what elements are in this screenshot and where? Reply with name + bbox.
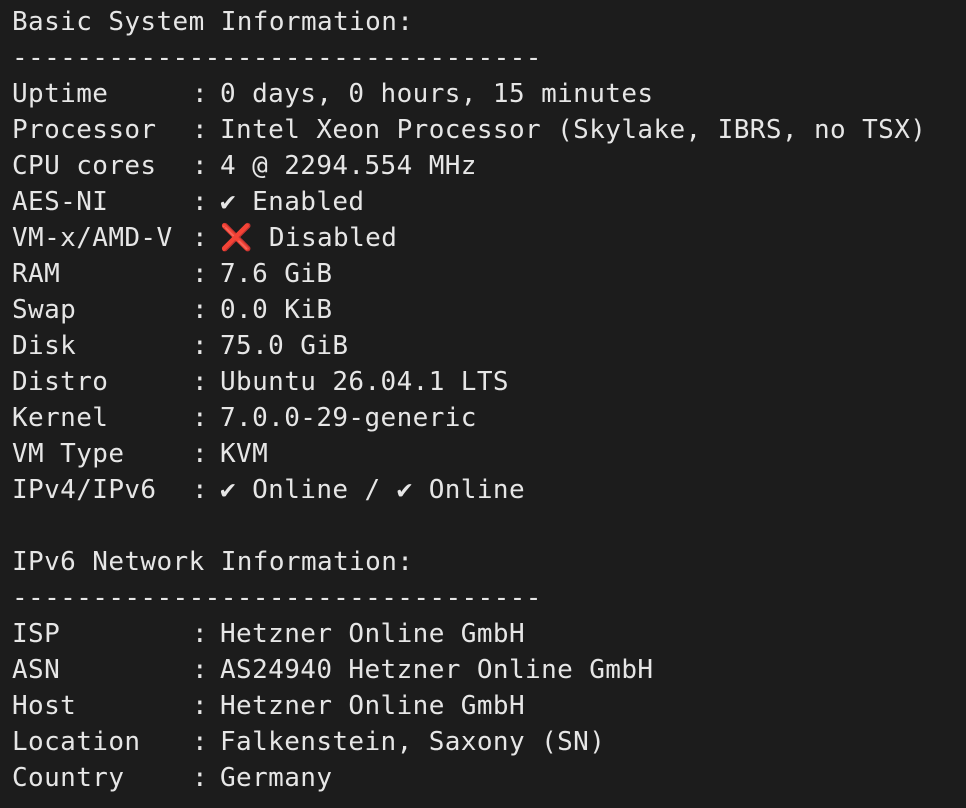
row-key: Kernel — [12, 403, 109, 433]
info-row-host: Host: Hetzner Online GmbH — [12, 688, 966, 724]
row-key: ISP — [12, 619, 61, 649]
row-value: Falkenstein, Saxony (SN) — [220, 727, 606, 757]
row-value: AS24940 Hetzner Online GmbH — [220, 655, 654, 685]
row-value: Intel Xeon Processor (Skylake, IBRS, no … — [220, 115, 927, 145]
basic-info-heading: Basic System Information: — [12, 7, 414, 37]
info-row-asn: ASN: AS24940 Hetzner Online GmbH — [12, 652, 966, 688]
info-row-ipv4-ipv6: IPv4/IPv6: ✔ Online / ✔ Online — [12, 472, 966, 508]
row-value: 7.0.0-29-generic — [220, 403, 477, 433]
row-value: 0 days, 0 hours, 15 minutes — [220, 79, 654, 109]
network-info-heading: IPv6 Network Information: — [12, 547, 414, 577]
info-row-vm-type: VM Type: KVM — [12, 436, 966, 472]
row-value: Hetzner Online GmbH — [220, 619, 526, 649]
row-key: VM Type — [12, 439, 125, 469]
info-row-aes-ni: AES-NI: ✔ Enabled — [12, 184, 966, 220]
row-separator: : — [192, 295, 209, 325]
row-separator: : — [192, 727, 209, 757]
info-row-disk: Disk:75.0 GiB — [12, 328, 966, 364]
row-separator: : — [192, 439, 209, 469]
info-row-location: Location: Falkenstein, Saxony (SN) — [12, 724, 966, 760]
info-row-country: Country: Germany — [12, 760, 966, 796]
row-separator: : — [192, 475, 209, 505]
row-separator: : — [192, 367, 209, 397]
row-value: ✔ Enabled — [220, 187, 365, 217]
row-key: ASN — [12, 655, 61, 685]
row-value: 7.6 GiB — [220, 259, 333, 289]
info-row-vmx-amdv: VM-x/AMD-V: ❌ Disabled — [12, 220, 966, 256]
row-separator: : — [192, 115, 209, 145]
row-separator: : — [192, 187, 209, 217]
row-value: Germany — [220, 763, 333, 793]
info-row-kernel: Kernel:7.0.0-29-generic — [12, 400, 966, 436]
row-key: Host — [12, 691, 77, 721]
row-separator: : — [192, 259, 209, 289]
terminal-output: Basic System Information: --------------… — [0, 0, 966, 808]
cross-mark-icon: ❌ — [220, 223, 253, 253]
row-key: IPv4/IPv6 — [12, 475, 157, 505]
info-row-uptime: Uptime:0 days, 0 hours, 15 minutes — [12, 76, 966, 112]
row-value: ✔ Online / ✔ Online — [220, 475, 526, 505]
row-key: Disk — [12, 331, 77, 361]
info-row-ram: RAM:7.6 GiB — [12, 256, 966, 292]
row-key: Uptime — [12, 79, 109, 109]
row-separator: : — [192, 763, 209, 793]
info-row-cpu-cores: CPU cores:4 @ 2294.554 MHz — [12, 148, 966, 184]
row-separator: : — [192, 79, 209, 109]
row-key: Location — [12, 727, 141, 757]
row-key: Processor — [12, 115, 157, 145]
row-value: Hetzner Online GmbH — [220, 691, 526, 721]
row-key: Country — [12, 763, 125, 793]
row-value: 75.0 GiB — [220, 331, 349, 361]
info-row-isp: ISP: Hetzner Online GmbH — [12, 616, 966, 652]
info-row-distro: Distro: Ubuntu 26.04.1 LTS — [12, 364, 966, 400]
row-value: 0.0 KiB — [220, 295, 333, 325]
info-row-swap: Swap:0.0 KiB — [12, 292, 966, 328]
info-row-processor: Processor: Intel Xeon Processor (Skylake,… — [12, 112, 966, 148]
row-separator: : — [192, 655, 209, 685]
row-key: RAM — [12, 259, 61, 289]
row-value: 4 @ 2294.554 MHz — [220, 151, 477, 181]
row-key: CPU cores — [12, 151, 157, 181]
row-separator: : — [192, 151, 209, 181]
row-key: Swap — [12, 295, 77, 325]
row-value: Ubuntu 26.04.1 LTS — [220, 367, 509, 397]
row-value: Disabled — [252, 223, 398, 253]
row-separator: : — [192, 331, 209, 361]
network-info-divider: --------------------------------- — [12, 583, 542, 613]
row-separator: : — [192, 619, 209, 649]
row-key: AES-NI — [12, 187, 109, 217]
row-separator: : — [192, 691, 209, 721]
row-key: Distro — [12, 367, 109, 397]
basic-info-divider: --------------------------------- — [12, 43, 542, 73]
row-separator: : — [192, 403, 209, 433]
row-key: VM-x/AMD-V — [12, 223, 173, 253]
row-value: KVM — [220, 439, 269, 469]
row-separator: : — [192, 223, 209, 253]
